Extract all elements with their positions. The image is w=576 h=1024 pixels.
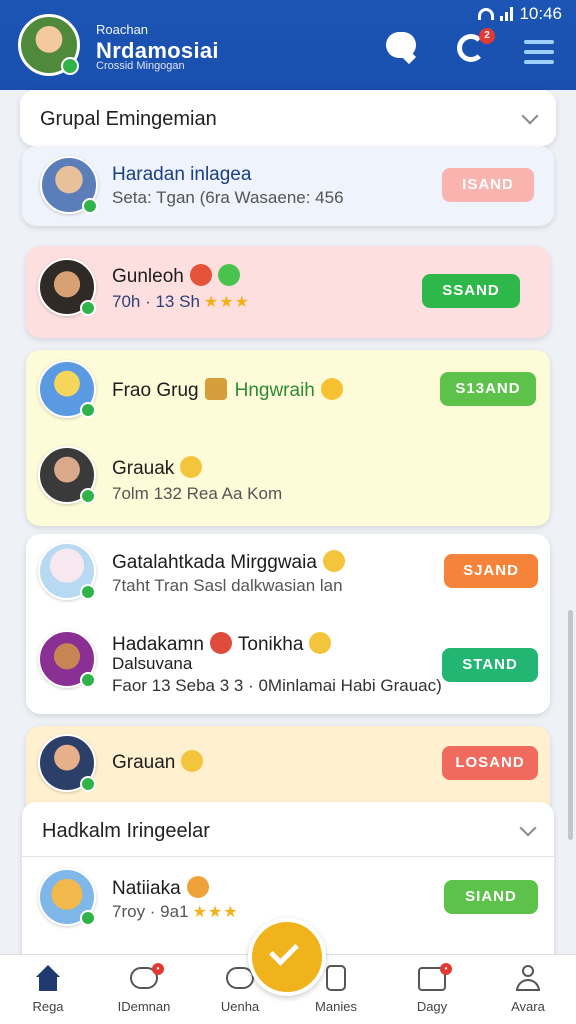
signal-icon bbox=[500, 7, 514, 21]
status-time: 10:46 bbox=[519, 4, 562, 23]
emoji-icon bbox=[322, 550, 345, 572]
emoji-icon bbox=[181, 750, 204, 772]
menu-icon[interactable] bbox=[524, 40, 554, 64]
contact-meta: 7olm 132 Rea Aa Kom bbox=[112, 484, 283, 503]
chat-icon[interactable] bbox=[384, 32, 418, 65]
chevron-down-icon[interactable] bbox=[521, 107, 539, 125]
no-entry-icon bbox=[209, 632, 232, 654]
group-header[interactable]: Grupal Emingemian bbox=[20, 90, 556, 146]
notification-badge: 2 bbox=[479, 28, 495, 44]
emoji-icon bbox=[320, 378, 343, 400]
floating-action-button[interactable] bbox=[248, 918, 326, 996]
contact-name: Gunleoh bbox=[112, 264, 240, 288]
chat-bubble-icon: • bbox=[130, 963, 164, 993]
scrollbar[interactable] bbox=[568, 610, 573, 840]
sync-icon[interactable]: 2 bbox=[455, 28, 495, 62]
app-header: 10:46 Roachan Nrdamosiai Crossid Mingoga… bbox=[0, 0, 576, 90]
group-title: Grupal Emingemian bbox=[40, 108, 217, 130]
nav-item-messages[interactable]: • IDemnan bbox=[96, 955, 192, 1024]
wifi-icon bbox=[478, 8, 495, 20]
avatar bbox=[38, 630, 96, 688]
contact-meta: 7taht Tran Sasl dalkwasian lan bbox=[112, 576, 343, 595]
emoji-icon bbox=[186, 876, 209, 898]
divider bbox=[22, 856, 554, 857]
check-icon bbox=[269, 936, 299, 966]
list-item[interactable]: Haradan inlagea Seta: Tgan (6ra Wasaene:… bbox=[22, 146, 554, 226]
status-bar: 10:46 bbox=[478, 4, 562, 24]
send-button[interactable]: SIAND bbox=[444, 880, 538, 914]
profile-avatar[interactable] bbox=[18, 14, 80, 76]
header-subtitle: Roachan bbox=[96, 22, 149, 37]
contact-meta: Faor 13 Seba 3 3 · 0Minlamai Habi Grauac… bbox=[112, 676, 442, 695]
nav-item-home[interactable]: Rega bbox=[0, 955, 96, 1024]
contact-name: Hadakamn Tonikha bbox=[112, 632, 332, 656]
contact-name: Grauak bbox=[112, 456, 203, 480]
send-button[interactable]: LOSAND bbox=[442, 746, 538, 780]
send-button[interactable]: SSAND bbox=[422, 274, 520, 308]
document-icon bbox=[322, 965, 350, 993]
contact-name: Natiiaka bbox=[112, 876, 209, 900]
nav-item-profile[interactable]: Avara bbox=[480, 955, 576, 1024]
box-icon bbox=[204, 378, 227, 400]
list-item[interactable]: Gunleoh 70h · 13 Sh ★★★ SSAND bbox=[26, 246, 550, 338]
avatar bbox=[38, 360, 96, 418]
contact-meta: 70h · 13 Sh ★★★ bbox=[112, 292, 250, 311]
avatar bbox=[40, 156, 98, 214]
avatar bbox=[38, 542, 96, 600]
group-title: Hadkalm Iringeelar bbox=[42, 820, 210, 842]
avatar bbox=[38, 258, 96, 316]
send-button[interactable]: STAND bbox=[442, 648, 538, 682]
list-card: Gatalahtkada Mirggwaia 7taht Tran Sasl d… bbox=[26, 534, 550, 714]
contact-name: Gatalahtkada Mirggwaia bbox=[112, 550, 345, 574]
contact-subtitle: Dalsuvana bbox=[112, 654, 193, 673]
emoji-icon bbox=[180, 456, 203, 478]
calendar-icon: • bbox=[418, 963, 452, 993]
contact-meta: Seta: Tgan (6ra Wasaene: 456 bbox=[112, 188, 344, 207]
nav-item-daily[interactable]: • Dagy bbox=[384, 955, 480, 1024]
chevron-down-icon[interactable] bbox=[519, 819, 537, 837]
avatar bbox=[38, 446, 96, 504]
avatar bbox=[38, 868, 96, 926]
emoji-icon bbox=[217, 264, 240, 286]
user-icon bbox=[514, 965, 542, 993]
online-indicator bbox=[61, 57, 79, 75]
header-tagline: Crossid Mingogan bbox=[96, 60, 185, 72]
contact-name: Frao Grug Hngwraih bbox=[112, 378, 343, 402]
contact-name: Haradan inlagea bbox=[112, 164, 252, 185]
emoji-icon bbox=[309, 632, 332, 654]
avatar bbox=[38, 734, 96, 792]
contact-name: Grauan bbox=[112, 750, 204, 774]
home-icon bbox=[34, 965, 62, 993]
list-card: Frao Grug Hngwraih S13AND Grauak 7olm 132… bbox=[26, 350, 550, 526]
send-button[interactable]: SJAND bbox=[444, 554, 538, 588]
contact-meta: 7roy · 9a1 ★★★ bbox=[112, 902, 239, 921]
send-button[interactable]: ISAND bbox=[442, 168, 534, 202]
send-button[interactable]: S13AND bbox=[440, 372, 536, 406]
emoji-icon bbox=[189, 264, 212, 286]
